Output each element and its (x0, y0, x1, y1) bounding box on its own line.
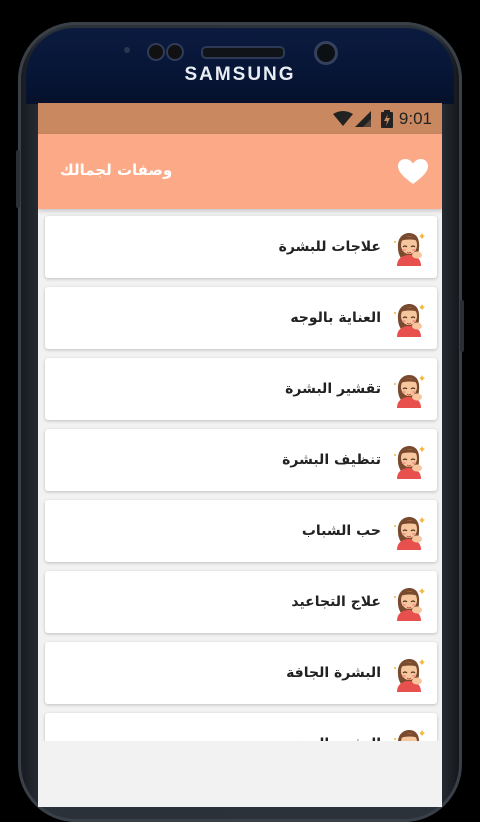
cell-signal-icon (354, 110, 371, 127)
wifi-icon (332, 110, 353, 126)
list-item-label: البشرة الجافة (286, 665, 381, 681)
list-item-label: علاج التجاعيد (291, 594, 381, 610)
device-brand: SAMSUNG (184, 64, 296, 85)
list-item-label: العناية بالوجه (290, 310, 381, 326)
power-button (460, 300, 464, 352)
battery-icon (380, 109, 393, 128)
camera-lens-icon (166, 43, 184, 61)
woman-face-icon (389, 441, 427, 479)
list-item[interactable]: البشرة الجافة (45, 642, 437, 704)
list-item-label: حب الشباب (301, 523, 381, 539)
list-item[interactable]: البشرة الدهنية (45, 713, 437, 741)
woman-face-icon (389, 370, 427, 408)
list-item[interactable]: العناية بالوجه (45, 287, 437, 349)
list-item[interactable]: تنظيف البشرة (45, 429, 437, 491)
camera-lens-icon (147, 43, 165, 61)
woman-face-icon (389, 512, 427, 550)
list-item-label: علاجات للبشرة (278, 239, 381, 255)
woman-face-icon (389, 228, 427, 266)
list-item-label: تنظيف البشرة (282, 452, 381, 468)
list-item[interactable]: تقشير البشرة (45, 358, 437, 420)
woman-face-icon (389, 583, 427, 621)
app-screen: 9:01 وصفات لجمالك علاجات للبشرة العناية … (38, 103, 442, 807)
list-item[interactable]: علاجات للبشرة (45, 216, 437, 278)
front-camera-icon (314, 41, 338, 65)
woman-face-icon (389, 725, 427, 741)
status-bar: 9:01 (38, 103, 442, 134)
earpiece-speaker (201, 46, 285, 59)
sensor-icon (124, 47, 130, 53)
heart-icon[interactable] (398, 159, 428, 185)
list-item[interactable]: حب الشباب (45, 500, 437, 562)
list-item-label: تقشير البشرة (285, 381, 381, 397)
woman-face-icon (389, 299, 427, 337)
app-title: وصفات لجمالك (60, 161, 173, 179)
status-time: 9:01 (398, 108, 432, 128)
list-item[interactable]: علاج التجاعيد (45, 571, 437, 633)
app-bar: وصفات لجمالك (38, 134, 442, 209)
screen-footer (38, 741, 442, 807)
volume-button (16, 150, 20, 208)
woman-face-icon (389, 654, 427, 692)
category-list: علاجات للبشرة العناية بالوجه تقشير البشر… (38, 209, 442, 741)
